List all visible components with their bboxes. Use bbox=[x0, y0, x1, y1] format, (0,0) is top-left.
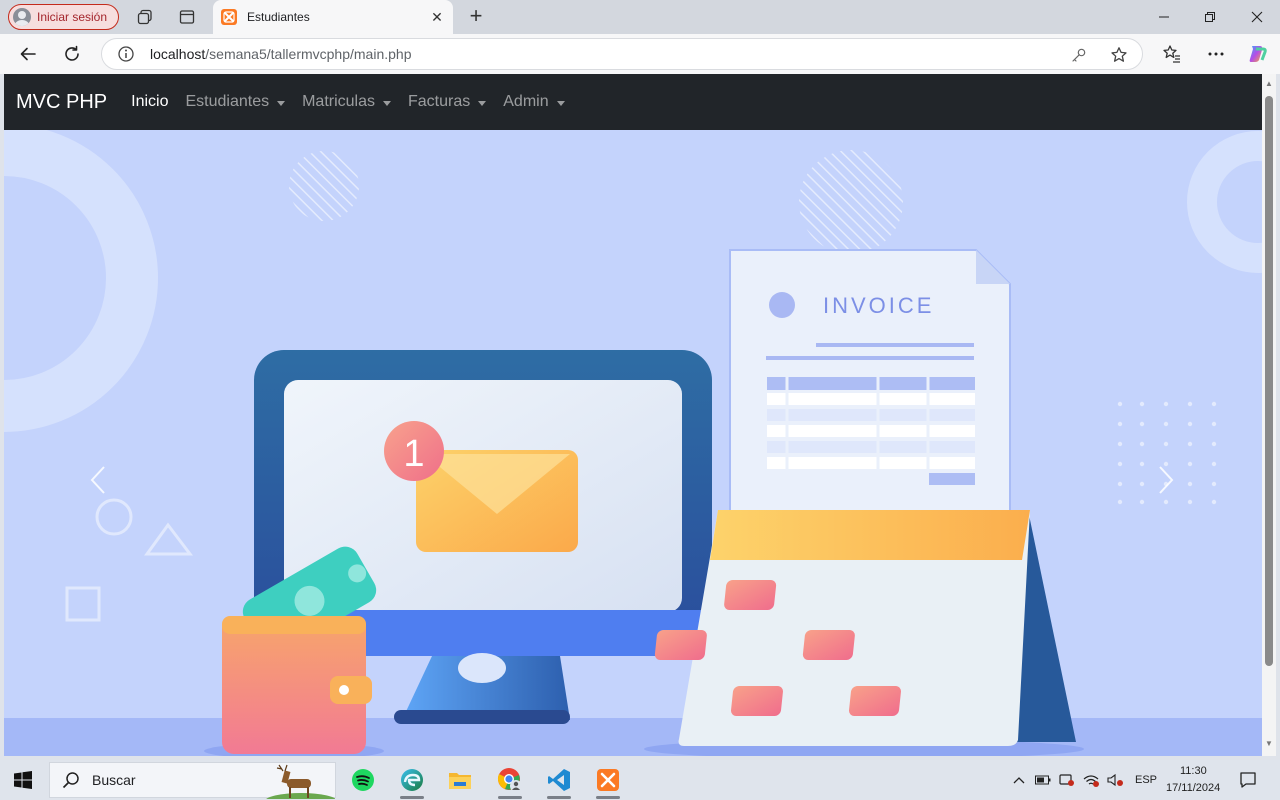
page-scrollbar[interactable]: ▲ ▼ bbox=[1262, 74, 1276, 756]
top-navbar: MVC PHP Inicio Estudiantes Matriculas Fa… bbox=[4, 74, 1262, 130]
vscode-app-icon[interactable] bbox=[543, 764, 575, 799]
clock-date[interactable]: 17/11/2024 bbox=[1166, 782, 1220, 794]
deer-highlight-icon bbox=[266, 764, 335, 799]
chevron-right-icon bbox=[1159, 466, 1174, 494]
carousel-prev-button[interactable] bbox=[78, 460, 118, 500]
minimize-window-icon[interactable] bbox=[1150, 6, 1178, 28]
dropdown-caret-icon bbox=[478, 100, 487, 106]
close-tab-icon[interactable]: ✕ bbox=[427, 7, 447, 27]
search-icon bbox=[62, 772, 79, 789]
scroll-thumb[interactable] bbox=[1265, 96, 1273, 666]
nav-item-label: Estudiantes bbox=[185, 93, 270, 110]
page-viewport: MVC PHP Inicio Estudiantes Matriculas Fa… bbox=[4, 74, 1262, 756]
chevron-up-icon[interactable] bbox=[1011, 772, 1027, 788]
notification-count: 1 bbox=[403, 433, 424, 475]
new-tab-button[interactable]: + bbox=[464, 5, 488, 29]
tab-estudiantes[interactable]: Estudiantes ✕ bbox=[213, 0, 453, 34]
favorite-star-icon[interactable] bbox=[1109, 45, 1129, 65]
invoice-illustration: INVOICE 1 bbox=[4, 130, 1262, 756]
chrome-app-icon[interactable] bbox=[494, 764, 526, 799]
navbar-brand[interactable]: MVC PHP bbox=[16, 91, 107, 114]
vertical-tabs-icon[interactable] bbox=[177, 7, 197, 27]
nav-item-matriculas[interactable]: Matriculas bbox=[302, 93, 391, 111]
workspaces-icon[interactable] bbox=[135, 7, 155, 27]
spotify-app-icon[interactable] bbox=[347, 764, 379, 796]
nav-item-label: Matriculas bbox=[302, 93, 375, 110]
url-path: /semana5/tallermvcphp/main.php bbox=[205, 46, 412, 62]
site-info-icon[interactable] bbox=[116, 44, 136, 64]
scroll-up-icon[interactable]: ▲ bbox=[1265, 80, 1273, 88]
battery-icon[interactable] bbox=[1035, 772, 1051, 788]
nav-item-estudiantes[interactable]: Estudiantes bbox=[185, 93, 286, 111]
avatar-icon bbox=[13, 8, 31, 26]
xampp-favicon-icon bbox=[221, 9, 237, 25]
scroll-down-icon[interactable]: ▼ bbox=[1265, 740, 1273, 748]
close-window-icon[interactable] bbox=[1243, 6, 1271, 28]
search-label: Buscar bbox=[92, 772, 136, 788]
nav-item-facturas[interactable]: Facturas bbox=[408, 93, 487, 111]
browser-tab-bar: Iniciar sesión Estudiantes ✕ + bbox=[0, 0, 1280, 34]
volume-icon[interactable] bbox=[1107, 772, 1123, 788]
edge-app-icon[interactable] bbox=[396, 764, 428, 799]
restore-window-icon[interactable] bbox=[1196, 6, 1224, 28]
windows-taskbar: Buscar ESP 11:30 17/11/2024 bbox=[0, 760, 1280, 800]
meet-now-icon[interactable] bbox=[1059, 772, 1075, 788]
nav-item-label: Admin bbox=[503, 93, 549, 110]
url-host: localhost bbox=[150, 46, 206, 62]
carousel-next-button[interactable] bbox=[1146, 460, 1186, 500]
back-arrow-icon[interactable] bbox=[17, 43, 39, 65]
hero-carousel[interactable]: INVOICE 1 bbox=[4, 130, 1262, 756]
address-bar-row: localhost/semana5/tallermvcphp/main.php bbox=[0, 34, 1280, 74]
dropdown-caret-icon bbox=[277, 100, 286, 106]
clock-time[interactable]: 11:30 bbox=[1180, 765, 1207, 777]
favorites-list-icon[interactable] bbox=[1161, 43, 1183, 65]
refresh-icon[interactable] bbox=[61, 43, 83, 65]
nav-item-admin[interactable]: Admin bbox=[503, 93, 565, 111]
nav-item-inicio[interactable]: Inicio bbox=[131, 93, 168, 111]
profile-signin-label: Iniciar sesión bbox=[37, 10, 108, 24]
taskbar-search-input[interactable]: Buscar bbox=[49, 762, 336, 799]
nav-item-label: Facturas bbox=[408, 93, 471, 110]
dropdown-caret-icon bbox=[383, 100, 391, 106]
dropdown-caret-icon bbox=[556, 100, 565, 106]
file-explorer-app-icon[interactable] bbox=[444, 764, 476, 796]
invoice-title: INVOICE bbox=[823, 293, 934, 318]
nav-item-label: Inicio bbox=[131, 93, 169, 110]
tab-title: Estudiantes bbox=[247, 10, 310, 24]
copilot-icon[interactable] bbox=[1246, 43, 1268, 65]
more-options-icon[interactable] bbox=[1205, 43, 1227, 65]
keyboard-language[interactable]: ESP bbox=[1135, 774, 1157, 786]
profile-signin-button[interactable]: Iniciar sesión bbox=[8, 4, 119, 30]
notifications-icon[interactable] bbox=[1239, 771, 1257, 789]
xampp-app-icon[interactable] bbox=[592, 764, 624, 799]
url-text: localhost/semana5/tallermvcphp/main.php bbox=[150, 46, 412, 62]
url-input[interactable]: localhost/semana5/tallermvcphp/main.php bbox=[101, 38, 1143, 70]
chevron-left-icon bbox=[90, 466, 105, 494]
wifi-icon[interactable] bbox=[1083, 772, 1099, 788]
password-key-icon[interactable] bbox=[1069, 45, 1089, 65]
windows-start-icon[interactable] bbox=[14, 771, 32, 789]
